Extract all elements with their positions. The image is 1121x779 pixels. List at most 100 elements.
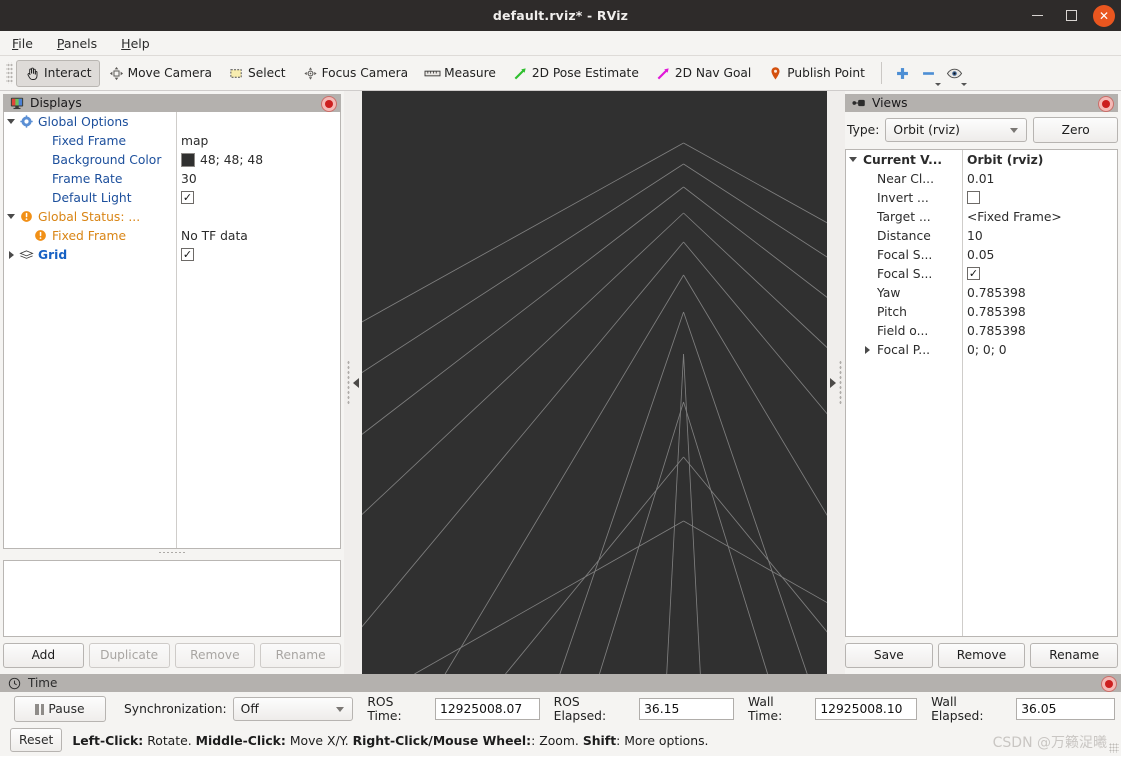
- views-tree[interactable]: Current V... Orbit (rviz) Near Cl... 0.01 In…: [845, 149, 1118, 637]
- tool-move-camera-label: Move Camera: [127, 66, 212, 80]
- tool-focus-camera-button[interactable]: Focus Camera: [294, 60, 417, 87]
- tree-row-value-cell[interactable]: No TF data: [176, 229, 340, 243]
- tool-interact-button[interactable]: Interact: [16, 59, 100, 87]
- time-field-input[interactable]: 36.15: [639, 698, 734, 720]
- tree-row-value-cell[interactable]: 0.05: [962, 248, 1117, 262]
- add-tool-button[interactable]: [890, 61, 916, 86]
- checkbox[interactable]: ✓: [181, 248, 194, 261]
- views-tree-row[interactable]: Focal S... ✓: [846, 264, 1117, 283]
- tree-row-value-cell[interactable]: [962, 191, 1117, 204]
- checkbox[interactable]: ✓: [181, 191, 194, 204]
- chevron-down-icon: [336, 706, 345, 712]
- tree-row-value-cell[interactable]: 0.01: [962, 172, 1117, 186]
- left-splitter[interactable]: [344, 91, 362, 674]
- views-tree-row[interactable]: Focal S... 0.05: [846, 245, 1117, 264]
- displays-close-button[interactable]: [321, 96, 337, 112]
- tree-row-label-cell: Focal P...: [846, 343, 962, 357]
- displays-tree-row[interactable]: Background Color 48; 48; 48: [4, 150, 340, 169]
- displays-tree-row[interactable]: Grid ✓: [4, 245, 340, 264]
- displays-tree-row[interactable]: Global Status: ...: [4, 207, 340, 226]
- displays-tree-row[interactable]: Default Light ✓: [4, 188, 340, 207]
- views-zero-button[interactable]: Zero: [1033, 117, 1118, 143]
- pause-button[interactable]: Pause: [14, 696, 106, 722]
- plus-icon: [894, 65, 911, 82]
- views-tree-row[interactable]: Focal P... 0; 0; 0: [846, 340, 1117, 359]
- toolbar-drag-handle[interactable]: [6, 62, 13, 84]
- tree-expander[interactable]: [860, 345, 874, 354]
- tool-properties-button[interactable]: [942, 61, 968, 86]
- displays-tree[interactable]: Global Options Fixed Frame map Background C…: [3, 112, 341, 549]
- tree-row-label-cell: Frame Rate: [4, 172, 176, 186]
- tree-row-value-cell[interactable]: ✓: [176, 248, 340, 261]
- tree-row-value-cell[interactable]: 0; 0; 0: [962, 343, 1117, 357]
- collapse-left-icon[interactable]: [353, 377, 359, 388]
- views-tree-row[interactable]: Current V... Orbit (rviz): [846, 150, 1117, 169]
- tree-row-value-cell[interactable]: 0.785398: [962, 305, 1117, 319]
- minimize-button[interactable]: [1025, 4, 1049, 28]
- tree-row-value-cell[interactable]: 0.785398: [962, 286, 1117, 300]
- tool-measure-button[interactable]: Measure: [416, 60, 504, 87]
- menu-file[interactable]: File: [10, 35, 35, 52]
- views-type-select[interactable]: Orbit (rviz): [885, 118, 1028, 142]
- views-tree-row[interactable]: Distance 10: [846, 226, 1117, 245]
- tree-expander[interactable]: [4, 250, 18, 259]
- chevron-right-icon: [864, 345, 870, 354]
- close-icon: [1102, 100, 1110, 108]
- remove-tool-button[interactable]: [916, 61, 942, 86]
- time-field-input[interactable]: 12925008.10: [815, 698, 918, 720]
- views-tree-row[interactable]: Near Cl... 0.01: [846, 169, 1117, 188]
- displays-tree-row[interactable]: Frame Rate 30: [4, 169, 340, 188]
- tree-expander[interactable]: [846, 157, 860, 162]
- displays-splitter[interactable]: [3, 549, 341, 555]
- displays-tree-row[interactable]: Fixed Frame map: [4, 131, 340, 150]
- right-splitter[interactable]: [827, 91, 845, 674]
- time-field-input[interactable]: 36.05: [1016, 698, 1115, 720]
- tool-select-button[interactable]: Select: [220, 60, 294, 87]
- views-tree-row[interactable]: Invert ...: [846, 188, 1117, 207]
- views-remove-button[interactable]: Remove: [937, 642, 1026, 668]
- views-close-button[interactable]: [1098, 96, 1114, 112]
- tree-row-value: 48; 48; 48: [200, 152, 264, 167]
- views-tree-row[interactable]: Target ... <Fixed Frame>: [846, 207, 1117, 226]
- checkbox[interactable]: ✓: [967, 267, 980, 280]
- window-resize-grip[interactable]: [1109, 743, 1119, 753]
- displays-tree-row[interactable]: Global Options: [4, 112, 340, 131]
- close-button[interactable]: ✕: [1093, 4, 1115, 27]
- collapse-right-icon[interactable]: [830, 377, 836, 388]
- tree-row-value-cell[interactable]: ✓: [176, 191, 340, 204]
- tree-row-value-cell[interactable]: 10: [962, 229, 1117, 243]
- menu-panels[interactable]: Panels: [55, 35, 99, 52]
- tree-row-value-cell[interactable]: 48; 48; 48: [176, 152, 340, 167]
- tree-row-value-cell[interactable]: 30: [176, 172, 340, 186]
- views-rename-button[interactable]: Rename: [1030, 642, 1119, 668]
- tree-row-value-cell[interactable]: Orbit (rviz): [962, 153, 1117, 167]
- checkbox[interactable]: [967, 191, 980, 204]
- time-field-input[interactable]: 12925008.07: [435, 698, 540, 720]
- tree-row-value-cell[interactable]: 0.785398: [962, 324, 1117, 338]
- views-save-button[interactable]: Save: [845, 642, 933, 668]
- tree-expander[interactable]: [4, 214, 18, 219]
- menu-help-label: elp: [130, 35, 150, 51]
- time-close-button[interactable]: [1101, 676, 1117, 692]
- tree-row-value-cell[interactable]: map: [176, 134, 340, 148]
- tool-2d-pose-estimate-button[interactable]: 2D Pose Estimate: [504, 60, 647, 87]
- reset-button[interactable]: Reset: [10, 728, 63, 752]
- menu-help[interactable]: Help: [119, 35, 152, 52]
- displays-add-button[interactable]: Add: [3, 642, 84, 668]
- synchronization-select[interactable]: Off: [232, 697, 354, 721]
- 3d-render-viewport[interactable]: [362, 91, 827, 674]
- maximize-button[interactable]: [1059, 4, 1083, 28]
- views-tree-row[interactable]: Field o... 0.785398: [846, 321, 1117, 340]
- tool-move-camera-button[interactable]: Move Camera: [100, 60, 220, 87]
- displays-tree-row[interactable]: Fixed Frame No TF data: [4, 226, 340, 245]
- views-tree-row[interactable]: Pitch 0.785398: [846, 302, 1117, 321]
- button-label: Save: [873, 648, 904, 662]
- tool-publish-point-button[interactable]: Publish Point: [759, 60, 873, 87]
- tree-row-value-cell[interactable]: <Fixed Frame>: [962, 210, 1117, 224]
- tree-expander[interactable]: [4, 119, 18, 124]
- tree-row-label: Frame Rate: [52, 171, 123, 186]
- synchronization-label: Synchronization:: [124, 702, 227, 716]
- tool-2d-nav-goal-button[interactable]: 2D Nav Goal: [647, 60, 759, 87]
- views-tree-row[interactable]: Yaw 0.785398: [846, 283, 1117, 302]
- tree-row-value-cell[interactable]: ✓: [962, 267, 1117, 280]
